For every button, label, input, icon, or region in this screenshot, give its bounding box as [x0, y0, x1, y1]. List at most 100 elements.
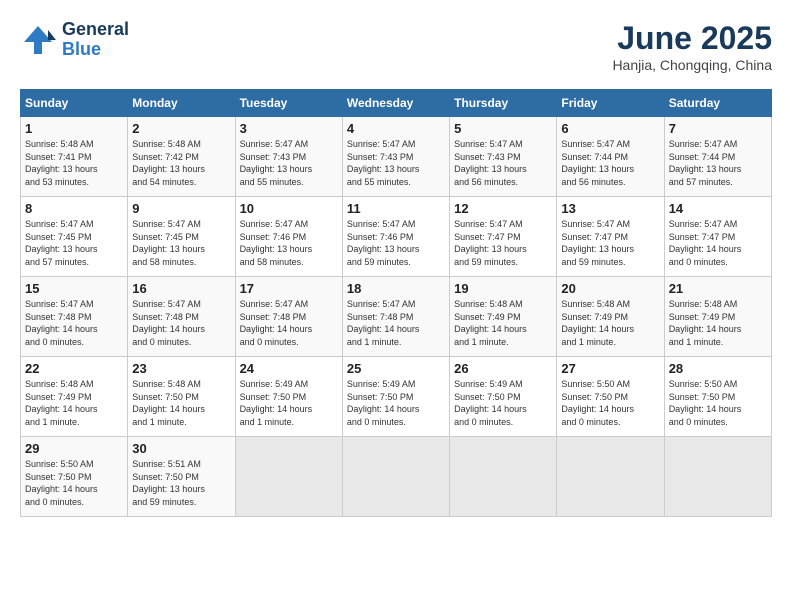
day-info: Sunrise: 5:49 AMSunset: 7:50 PMDaylight:…	[347, 378, 445, 428]
calendar-cell: 8 Sunrise: 5:47 AMSunset: 7:45 PMDaylight…	[21, 197, 128, 277]
day-info: Sunrise: 5:49 AMSunset: 7:50 PMDaylight:…	[240, 378, 338, 428]
day-info: Sunrise: 5:47 AMSunset: 7:43 PMDaylight:…	[347, 138, 445, 188]
calendar-cell	[450, 437, 557, 517]
calendar-cell: 2Sunrise: 5:48 AMSunset: 7:42 PMDaylight…	[128, 117, 235, 197]
day-number: 22	[25, 361, 123, 376]
day-info: Sunrise: 5:49 AMSunset: 7:50 PMDaylight:…	[454, 378, 552, 428]
logo-icon	[20, 22, 56, 58]
day-info: Sunrise: 5:51 AMSunset: 7:50 PMDaylight:…	[132, 458, 230, 508]
day-info: Sunrise: 5:47 AMSunset: 7:44 PMDaylight:…	[561, 138, 659, 188]
day-number: 20	[561, 281, 659, 296]
calendar-cell: 17 Sunrise: 5:47 AMSunset: 7:48 PMDayligh…	[235, 277, 342, 357]
day-info: Sunrise: 5:47 AMSunset: 7:44 PMDaylight:…	[669, 138, 767, 188]
calendar-week-4: 22 Sunrise: 5:48 AMSunset: 7:49 PMDayligh…	[21, 357, 772, 437]
calendar-cell	[557, 437, 664, 517]
page-header: General Blue June 2025 Hanjia, Chongqing…	[20, 20, 772, 73]
day-info: Sunrise: 5:48 AMSunset: 7:49 PMDaylight:…	[454, 298, 552, 348]
day-info: Sunrise: 5:50 AMSunset: 7:50 PMDaylight:…	[561, 378, 659, 428]
day-number: 28	[669, 361, 767, 376]
logo: General Blue	[20, 20, 129, 60]
calendar-cell: 9 Sunrise: 5:47 AMSunset: 7:45 PMDaylight…	[128, 197, 235, 277]
weekday-header-saturday: Saturday	[664, 90, 771, 117]
day-info: Sunrise: 5:47 AMSunset: 7:48 PMDaylight:…	[25, 298, 123, 348]
calendar-cell: 12Sunrise: 5:47 AMSunset: 7:47 PMDayligh…	[450, 197, 557, 277]
day-number: 18	[347, 281, 445, 296]
day-number: 24	[240, 361, 338, 376]
calendar-cell: 15 Sunrise: 5:47 AMSunset: 7:48 PMDayligh…	[21, 277, 128, 357]
day-number: 29	[25, 441, 123, 456]
weekday-header-thursday: Thursday	[450, 90, 557, 117]
calendar-cell: 4 Sunrise: 5:47 AMSunset: 7:43 PMDaylight…	[342, 117, 449, 197]
logo-blue: Blue	[62, 40, 129, 60]
day-number: 15	[25, 281, 123, 296]
day-info: Sunrise: 5:47 AMSunset: 7:46 PMDaylight:…	[240, 218, 338, 268]
day-number: 5	[454, 121, 552, 136]
calendar-cell: 23Sunrise: 5:48 AMSunset: 7:50 PMDayligh…	[128, 357, 235, 437]
calendar-table: SundayMondayTuesdayWednesdayThursdayFrid…	[20, 89, 772, 517]
weekday-header-wednesday: Wednesday	[342, 90, 449, 117]
day-number: 4	[347, 121, 445, 136]
calendar-cell: 20 Sunrise: 5:48 AMSunset: 7:49 PMDayligh…	[557, 277, 664, 357]
day-number: 11	[347, 201, 445, 216]
day-info: Sunrise: 5:48 AMSunset: 7:49 PMDaylight:…	[561, 298, 659, 348]
day-info: Sunrise: 5:47 AMSunset: 7:46 PMDaylight:…	[347, 218, 445, 268]
day-number: 26	[454, 361, 552, 376]
day-number: 8	[25, 201, 123, 216]
logo-general: General	[62, 20, 129, 40]
title-area: June 2025 Hanjia, Chongqing, China	[612, 20, 772, 73]
day-number: 7	[669, 121, 767, 136]
day-number: 21	[669, 281, 767, 296]
day-number: 1	[25, 121, 123, 136]
location: Hanjia, Chongqing, China	[612, 57, 772, 73]
day-info: Sunrise: 5:47 AMSunset: 7:48 PMDaylight:…	[240, 298, 338, 348]
day-number: 19	[454, 281, 552, 296]
weekday-header-row: SundayMondayTuesdayWednesdayThursdayFrid…	[21, 90, 772, 117]
calendar-cell: 21 Sunrise: 5:48 AMSunset: 7:49 PMDayligh…	[664, 277, 771, 357]
calendar-cell: 18Sunrise: 5:47 AMSunset: 7:48 PMDayligh…	[342, 277, 449, 357]
day-number: 14	[669, 201, 767, 216]
calendar-cell: 5 Sunrise: 5:47 AMSunset: 7:43 PMDaylight…	[450, 117, 557, 197]
day-number: 2	[132, 121, 230, 136]
day-info: Sunrise: 5:48 AMSunset: 7:41 PMDaylight:…	[25, 138, 123, 188]
calendar-week-1: 1 Sunrise: 5:48 AMSunset: 7:41 PMDaylight…	[21, 117, 772, 197]
day-info: Sunrise: 5:47 AMSunset: 7:45 PMDaylight:…	[25, 218, 123, 268]
calendar-cell	[235, 437, 342, 517]
calendar-cell: 6 Sunrise: 5:47 AMSunset: 7:44 PMDaylight…	[557, 117, 664, 197]
calendar-cell: 29 Sunrise: 5:50 AMSunset: 7:50 PMDayligh…	[21, 437, 128, 517]
calendar-cell: 22 Sunrise: 5:48 AMSunset: 7:49 PMDayligh…	[21, 357, 128, 437]
calendar-cell: 26 Sunrise: 5:49 AMSunset: 7:50 PMDayligh…	[450, 357, 557, 437]
calendar-cell: 11 Sunrise: 5:47 AMSunset: 7:46 PMDayligh…	[342, 197, 449, 277]
calendar-cell: 7 Sunrise: 5:47 AMSunset: 7:44 PMDaylight…	[664, 117, 771, 197]
day-info: Sunrise: 5:47 AMSunset: 7:47 PMDaylight:…	[669, 218, 767, 268]
calendar-cell: 30Sunrise: 5:51 AMSunset: 7:50 PMDayligh…	[128, 437, 235, 517]
day-info: Sunrise: 5:50 AMSunset: 7:50 PMDaylight:…	[25, 458, 123, 508]
day-number: 9	[132, 201, 230, 216]
day-info: Sunrise: 5:47 AMSunset: 7:43 PMDaylight:…	[454, 138, 552, 188]
day-info: Sunrise: 5:47 AMSunset: 7:43 PMDaylight:…	[240, 138, 338, 188]
calendar-cell: 24 Sunrise: 5:49 AMSunset: 7:50 PMDayligh…	[235, 357, 342, 437]
calendar-cell: 27 Sunrise: 5:50 AMSunset: 7:50 PMDayligh…	[557, 357, 664, 437]
day-info: Sunrise: 5:48 AMSunset: 7:49 PMDaylight:…	[25, 378, 123, 428]
day-number: 25	[347, 361, 445, 376]
calendar-cell: 28 Sunrise: 5:50 AMSunset: 7:50 PMDayligh…	[664, 357, 771, 437]
weekday-header-sunday: Sunday	[21, 90, 128, 117]
calendar-week-3: 15 Sunrise: 5:47 AMSunset: 7:48 PMDayligh…	[21, 277, 772, 357]
calendar-cell: 19 Sunrise: 5:48 AMSunset: 7:49 PMDayligh…	[450, 277, 557, 357]
day-number: 27	[561, 361, 659, 376]
day-info: Sunrise: 5:47 AMSunset: 7:47 PMDaylight:…	[561, 218, 659, 268]
day-info: Sunrise: 5:50 AMSunset: 7:50 PMDaylight:…	[669, 378, 767, 428]
weekday-header-tuesday: Tuesday	[235, 90, 342, 117]
day-number: 6	[561, 121, 659, 136]
weekday-header-friday: Friday	[557, 90, 664, 117]
day-info: Sunrise: 5:48 AMSunset: 7:49 PMDaylight:…	[669, 298, 767, 348]
calendar-cell	[664, 437, 771, 517]
day-info: Sunrise: 5:47 AMSunset: 7:48 PMDaylight:…	[132, 298, 230, 348]
day-info: Sunrise: 5:47 AMSunset: 7:45 PMDaylight:…	[132, 218, 230, 268]
day-info: Sunrise: 5:47 AMSunset: 7:47 PMDaylight:…	[454, 218, 552, 268]
calendar-cell: 16Sunrise: 5:47 AMSunset: 7:48 PMDayligh…	[128, 277, 235, 357]
calendar-cell: 1 Sunrise: 5:48 AMSunset: 7:41 PMDaylight…	[21, 117, 128, 197]
day-number: 3	[240, 121, 338, 136]
day-number: 17	[240, 281, 338, 296]
day-number: 23	[132, 361, 230, 376]
calendar-cell: 3 Sunrise: 5:47 AMSunset: 7:43 PMDaylight…	[235, 117, 342, 197]
